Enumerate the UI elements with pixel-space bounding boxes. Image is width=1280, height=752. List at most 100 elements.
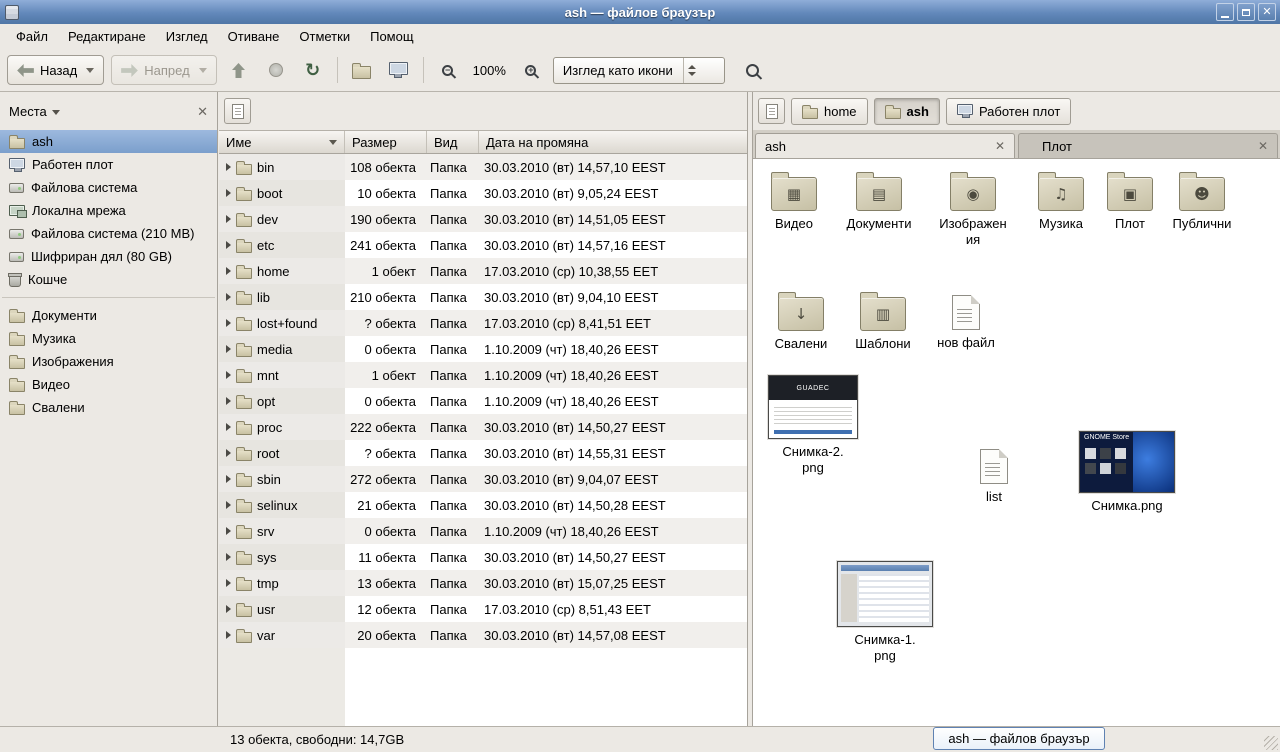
sidebar-item-music[interactable]: Музика [0, 327, 217, 350]
reload-button[interactable]: ↻ [298, 55, 328, 85]
sidebar-item-filesystem-210mb[interactable]: Файлова система (210 MB) [0, 222, 217, 245]
forward-dropdown-icon[interactable] [199, 68, 207, 73]
tree-pane-button[interactable] [224, 98, 251, 124]
table-row[interactable]: media 0 обекта Папка 1.10.2009 (чт) 18,4… [219, 336, 747, 362]
expander-icon[interactable] [226, 501, 231, 509]
sidebar-close-icon[interactable]: ✕ [197, 105, 208, 118]
expander-icon[interactable] [226, 241, 231, 249]
home-button[interactable] [347, 55, 377, 85]
column-header-size[interactable]: Размер [345, 131, 427, 153]
table-row[interactable]: usr 12 обекта Папка 17.03.2010 (ср) 8,51… [219, 596, 747, 622]
stop-button[interactable] [261, 55, 291, 85]
icon-view-item-documents[interactable]: ▤ Документи [839, 171, 919, 232]
icon-view-item-video[interactable]: ▦ Видео [761, 171, 827, 232]
resize-grip[interactable] [1264, 736, 1278, 750]
sidebar-item-videos[interactable]: Видео [0, 373, 217, 396]
sidebar-item-local-network[interactable]: Локална мрежа [0, 199, 217, 222]
tab-ash[interactable]: ash ✕ [755, 133, 1015, 158]
table-row[interactable]: dev 190 обекта Папка 30.03.2010 (вт) 14,… [219, 206, 747, 232]
icon-view-item-desktop[interactable]: ▣ Плот [1099, 171, 1161, 232]
column-header-type[interactable]: Вид [427, 131, 479, 153]
table-row[interactable]: proc 222 обекта Папка 30.03.2010 (вт) 14… [219, 414, 747, 440]
minimize-button[interactable] [1216, 3, 1234, 21]
expander-icon[interactable] [226, 267, 231, 275]
table-row[interactable]: opt 0 обекта Папка 1.10.2009 (чт) 18,40,… [219, 388, 747, 414]
icon-view-item-snimka[interactable]: GNOME Store Снимка.png [1075, 431, 1179, 514]
expander-icon[interactable] [226, 605, 231, 613]
sidebar-item-ash[interactable]: ash [0, 130, 217, 153]
icon-view-item-music[interactable]: ♫ Музика [1027, 171, 1095, 232]
sidebar-item-pictures[interactable]: Изображения [0, 350, 217, 373]
expander-icon[interactable] [226, 371, 231, 379]
expander-icon[interactable] [226, 579, 231, 587]
expander-icon[interactable] [226, 215, 231, 223]
expander-icon[interactable] [226, 449, 231, 457]
icon-view-item-snimka2[interactable]: GUADEC Снимка-2.png [767, 375, 859, 475]
table-row[interactable]: var 20 обекта Папка 30.03.2010 (вт) 14,5… [219, 622, 747, 648]
menu-go[interactable]: Отиване [218, 26, 290, 47]
icon-view-item-new-file[interactable]: нов файл [933, 291, 999, 351]
icon-view-item-public[interactable]: ☻ Публични [1165, 171, 1239, 232]
expander-icon[interactable] [226, 397, 231, 405]
menu-view[interactable]: Изглед [156, 26, 218, 47]
search-button[interactable] [738, 55, 768, 85]
path-button-desktop[interactable]: Работен плот [946, 98, 1071, 125]
icon-view[interactable]: ▦ Видео ▤ Документи ◉ Изображения ♫ Музи… [753, 159, 1280, 726]
table-row[interactable]: root ? обекта Папка 30.03.2010 (вт) 14,5… [219, 440, 747, 466]
expander-icon[interactable] [226, 553, 231, 561]
expander-icon[interactable] [226, 423, 231, 431]
expander-icon[interactable] [226, 527, 231, 535]
maximize-button[interactable] [1237, 3, 1255, 21]
table-row[interactable]: bin 108 обекта Папка 30.03.2010 (вт) 14,… [219, 154, 747, 180]
table-row[interactable]: home 1 обект Папка 17.03.2010 (ср) 10,38… [219, 258, 747, 284]
table-row[interactable]: lib 210 обекта Папка 30.03.2010 (вт) 9,0… [219, 284, 747, 310]
icon-view-item-downloads[interactable]: ↓ Свалени [765, 291, 837, 352]
table-row[interactable]: mnt 1 обект Папка 1.10.2009 (чт) 18,40,2… [219, 362, 747, 388]
expander-icon[interactable] [226, 293, 231, 301]
taskbar-window-button[interactable]: ash — файлов браузър [933, 727, 1105, 750]
table-row[interactable]: boot 10 обекта Папка 30.03.2010 (вт) 9,0… [219, 180, 747, 206]
computer-button[interactable] [384, 55, 414, 85]
sidebar-selector-icon[interactable] [52, 110, 60, 115]
table-row[interactable]: tmp 13 обекта Папка 30.03.2010 (вт) 15,0… [219, 570, 747, 596]
expander-icon[interactable] [226, 475, 231, 483]
back-button[interactable]: Назад [7, 55, 104, 85]
sidebar-item-desktop[interactable]: Работен плот [0, 153, 217, 176]
table-row[interactable]: sys 11 обекта Папка 30.03.2010 (вт) 14,5… [219, 544, 747, 570]
zoom-in-button[interactable]: + [516, 55, 546, 85]
zoom-out-button[interactable]: − [433, 55, 463, 85]
titlebar[interactable]: ash — файлов браузър ✕ [0, 0, 1280, 24]
expander-icon[interactable] [226, 319, 231, 327]
sidebar-item-encrypted-80gb[interactable]: Шифриран дял (80 GB) [0, 245, 217, 268]
menu-edit[interactable]: Редактиране [58, 26, 156, 47]
tab-close-icon[interactable]: ✕ [1258, 140, 1268, 152]
table-row[interactable]: etc 241 обекта Папка 30.03.2010 (вт) 14,… [219, 232, 747, 258]
menu-bookmarks[interactable]: Отметки [289, 26, 360, 47]
table-row[interactable]: selinux 21 обекта Папка 30.03.2010 (вт) … [219, 492, 747, 518]
icon-view-item-pictures[interactable]: ◉ Изображения [937, 171, 1009, 247]
tab-desktop[interactable]: Плот ✕ [1018, 133, 1278, 158]
up-button[interactable] [224, 55, 254, 85]
back-dropdown-icon[interactable] [86, 68, 94, 73]
expander-icon[interactable] [226, 163, 231, 171]
icon-view-item-list[interactable]: list [965, 445, 1023, 505]
menu-file[interactable]: Файл [6, 26, 58, 47]
path-button-home[interactable]: home [791, 98, 868, 125]
tab-close-icon[interactable]: ✕ [995, 140, 1005, 152]
sidebar-item-trash[interactable]: Кошче [0, 268, 217, 291]
close-button[interactable]: ✕ [1258, 3, 1276, 21]
menu-help[interactable]: Помощ [360, 26, 423, 47]
pathbar-pane-button[interactable] [758, 98, 785, 124]
sidebar-item-filesystem[interactable]: Файлова система [0, 176, 217, 199]
forward-button[interactable]: Напред [111, 55, 216, 85]
view-mode-select[interactable]: Изглед като икони [553, 57, 725, 84]
column-header-name[interactable]: Име [219, 131, 345, 153]
table-row[interactable]: lost+found ? обекта Папка 17.03.2010 (ср… [219, 310, 747, 336]
column-header-date[interactable]: Дата на промяна [479, 131, 747, 153]
path-button-ash[interactable]: ash [874, 98, 940, 125]
sidebar-item-downloads[interactable]: Свалени [0, 396, 217, 419]
sidebar-item-documents[interactable]: Документи [0, 304, 217, 327]
expander-icon[interactable] [226, 345, 231, 353]
table-row[interactable]: srv 0 обекта Папка 1.10.2009 (чт) 18,40,… [219, 518, 747, 544]
table-row[interactable]: sbin 272 обекта Папка 30.03.2010 (вт) 9,… [219, 466, 747, 492]
